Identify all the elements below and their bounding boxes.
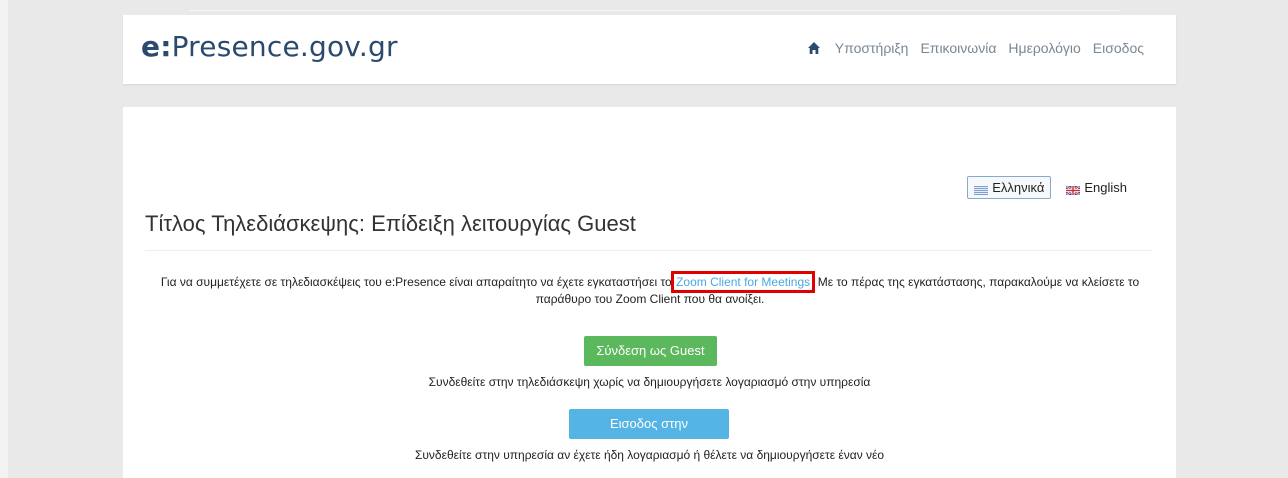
language-english-button[interactable]: English (1059, 176, 1134, 199)
intro-text-before: Για να συμμετέχετε σε τηλεδιασκέψεις του… (160, 275, 676, 289)
page-title: Τίτλος Τηλεδιάσκεψης: Επίδειξη λειτουργί… (145, 211, 636, 236)
guest-caption: Συνδεθείτε στην τηλεδιάσκεψη χωρίς να δη… (428, 375, 871, 389)
conference-panel: Ελληνικά English Τίτλος Τηλεδιάσκεψης: Ε… (123, 107, 1176, 478)
nav-support[interactable]: Υποστήριξη (835, 40, 909, 56)
home-icon[interactable] (807, 41, 821, 55)
nav-calendar[interactable]: Ημερολόγιο (1008, 40, 1080, 56)
greek-flag-icon (974, 183, 989, 195)
app-login-button[interactable]: Εισοδος στην εφαρμογή (569, 409, 729, 461)
title-divider (145, 250, 1153, 251)
intro-text: Για να συμμετέχετε σε τηλεδιασκέψεις του… (141, 271, 1159, 308)
login-caption: Συνδεθείτε στην υπηρεσία αν έχετε ήδη λο… (414, 448, 885, 462)
brand-prefix: e: (141, 30, 172, 63)
language-greek-label: Ελληνικά (992, 180, 1045, 195)
language-greek-button[interactable]: Ελληνικά (967, 176, 1052, 199)
brand-name: Presence.gov.gr (171, 30, 398, 63)
nav-contact[interactable]: Επικοινωνία (920, 40, 996, 56)
language-english-label: English (1084, 180, 1127, 195)
zoom-client-link[interactable]: Zoom Client for Meetings (671, 271, 816, 293)
nav-login[interactable]: Εισοδος (1093, 40, 1144, 56)
main-nav: Υποστήριξη Επικοινωνία Ημερολόγιο Εισοδο… (807, 40, 1144, 56)
browser-top-strip (0, 0, 1288, 14)
join-as-guest-button[interactable]: Σύνδεση ως Guest (584, 336, 717, 366)
top-navbar: e:Presence.gov.gr Υποστήριξη Επικοινωνία… (123, 15, 1176, 84)
site-logo[interactable]: e:Presence.gov.gr (141, 30, 398, 63)
language-switcher: Ελληνικά English (967, 176, 1134, 199)
uk-flag-icon (1065, 183, 1081, 196)
tab-line (190, 10, 1120, 11)
left-edge (0, 0, 8, 478)
